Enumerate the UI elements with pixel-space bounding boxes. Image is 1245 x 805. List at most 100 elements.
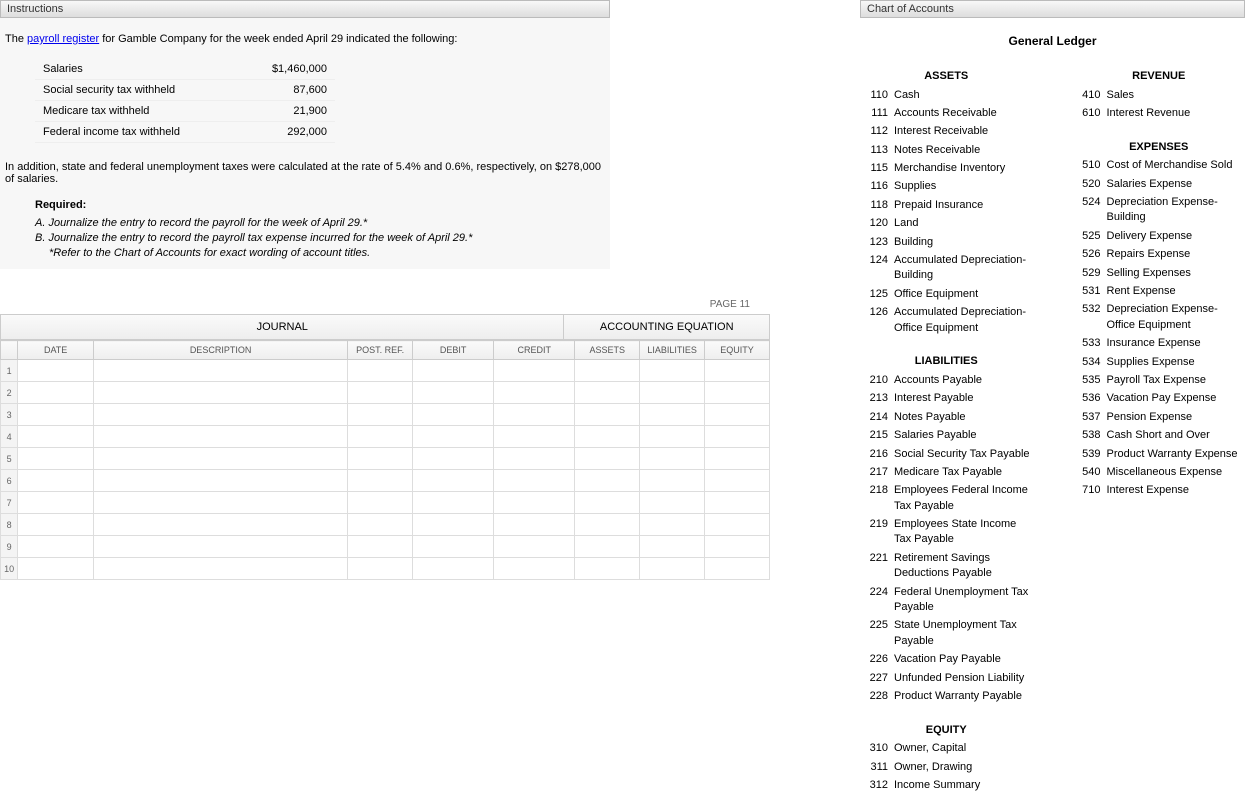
debit-cell[interactable]	[413, 448, 494, 470]
assets-cell[interactable]	[575, 470, 640, 492]
debit-cell[interactable]	[413, 382, 494, 404]
debit-cell[interactable]	[413, 404, 494, 426]
date-cell[interactable]	[18, 448, 94, 470]
post-ref-cell[interactable]	[348, 448, 413, 470]
credit-cell[interactable]	[494, 426, 575, 448]
account-name: Medicare Tax Payable	[894, 465, 1033, 480]
row-number: 7	[1, 492, 18, 514]
page-number: PAGE 11	[0, 299, 770, 314]
debit-cell[interactable]	[413, 558, 494, 580]
post-ref-cell[interactable]	[348, 514, 413, 536]
assets-cell[interactable]	[575, 404, 640, 426]
assets-cell[interactable]	[575, 558, 640, 580]
description-cell[interactable]	[94, 536, 348, 558]
equity-cell[interactable]	[705, 536, 770, 558]
journal-header: JOURNAL	[1, 315, 564, 339]
date-cell[interactable]	[18, 360, 94, 382]
date-cell[interactable]	[18, 536, 94, 558]
liabilities-cell[interactable]	[640, 360, 705, 382]
coa-account-row: 214Notes Payable	[860, 408, 1033, 426]
description-cell[interactable]	[94, 558, 348, 580]
assets-cell[interactable]	[575, 426, 640, 448]
post-ref-cell[interactable]	[348, 426, 413, 448]
assets-cell[interactable]	[575, 514, 640, 536]
assets-cell[interactable]	[575, 382, 640, 404]
date-cell[interactable]	[18, 470, 94, 492]
credit-cell[interactable]	[494, 404, 575, 426]
equity-cell[interactable]	[705, 558, 770, 580]
equity-cell[interactable]	[705, 426, 770, 448]
post-ref-cell[interactable]	[348, 558, 413, 580]
post-ref-cell[interactable]	[348, 382, 413, 404]
credit-cell[interactable]	[494, 536, 575, 558]
coa-account-row: 539Product Warranty Expense	[1073, 445, 1245, 463]
credit-cell[interactable]	[494, 382, 575, 404]
required-section: Required: A. Journalize the entry to rec…	[35, 199, 605, 259]
account-number: 610	[1073, 106, 1101, 121]
account-number: 118	[860, 198, 888, 213]
account-name: Salaries Payable	[894, 428, 1033, 443]
description-cell[interactable]	[94, 492, 348, 514]
date-cell[interactable]	[18, 492, 94, 514]
equity-cell[interactable]	[705, 492, 770, 514]
date-cell[interactable]	[18, 558, 94, 580]
date-cell[interactable]	[18, 514, 94, 536]
equity-cell[interactable]	[705, 404, 770, 426]
credit-cell[interactable]	[494, 448, 575, 470]
account-number: 124	[860, 253, 888, 284]
requirement-item: A. Journalize the entry to record the pa…	[35, 217, 605, 229]
description-cell[interactable]	[94, 448, 348, 470]
description-cell[interactable]	[94, 426, 348, 448]
debit-cell[interactable]	[413, 514, 494, 536]
post-ref-cell[interactable]	[348, 360, 413, 382]
assets-cell[interactable]	[575, 492, 640, 514]
liabilities-cell[interactable]	[640, 514, 705, 536]
post-ref-cell[interactable]	[348, 404, 413, 426]
credit-cell[interactable]	[494, 492, 575, 514]
description-cell[interactable]	[94, 404, 348, 426]
account-number: 525	[1073, 229, 1101, 244]
post-ref-cell[interactable]	[348, 536, 413, 558]
description-cell[interactable]	[94, 360, 348, 382]
liabilities-cell[interactable]	[640, 558, 705, 580]
liabilities-cell[interactable]	[640, 382, 705, 404]
liabilities-cell[interactable]	[640, 448, 705, 470]
journal-row: 10	[1, 558, 770, 580]
account-number: 113	[860, 143, 888, 158]
liabilities-cell[interactable]	[640, 426, 705, 448]
assets-cell[interactable]	[575, 536, 640, 558]
date-cell[interactable]	[18, 426, 94, 448]
post-ref-cell[interactable]	[348, 492, 413, 514]
liabilities-cell[interactable]	[640, 404, 705, 426]
date-cell[interactable]	[18, 382, 94, 404]
debit-cell[interactable]	[413, 536, 494, 558]
credit-cell[interactable]	[494, 470, 575, 492]
description-cell[interactable]	[94, 514, 348, 536]
liabilities-cell[interactable]	[640, 536, 705, 558]
description-cell[interactable]	[94, 470, 348, 492]
col-date: DATE	[18, 341, 94, 360]
credit-cell[interactable]	[494, 360, 575, 382]
liabilities-cell[interactable]	[640, 470, 705, 492]
debit-cell[interactable]	[413, 470, 494, 492]
coa-account-row: 531Rent Expense	[1073, 283, 1245, 301]
post-ref-cell[interactable]	[348, 470, 413, 492]
equity-cell[interactable]	[705, 448, 770, 470]
equity-cell[interactable]	[705, 360, 770, 382]
description-cell[interactable]	[94, 382, 348, 404]
equity-cell[interactable]	[705, 514, 770, 536]
liabilities-cell[interactable]	[640, 492, 705, 514]
date-cell[interactable]	[18, 404, 94, 426]
row-number: 2	[1, 382, 18, 404]
credit-cell[interactable]	[494, 514, 575, 536]
payroll-register-link[interactable]: payroll register	[27, 33, 99, 45]
equity-cell[interactable]	[705, 382, 770, 404]
debit-cell[interactable]	[413, 426, 494, 448]
account-number: 112	[860, 124, 888, 139]
credit-cell[interactable]	[494, 558, 575, 580]
assets-cell[interactable]	[575, 448, 640, 470]
debit-cell[interactable]	[413, 492, 494, 514]
equity-cell[interactable]	[705, 470, 770, 492]
debit-cell[interactable]	[413, 360, 494, 382]
assets-cell[interactable]	[575, 360, 640, 382]
